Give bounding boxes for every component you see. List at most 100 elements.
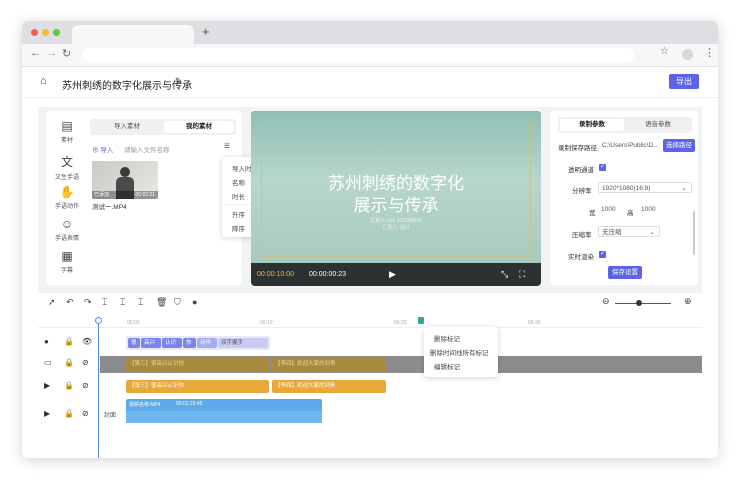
ruler-tick: 00:30 xyxy=(528,320,541,326)
more-menu-icon[interactable]: ⋮ xyxy=(704,46,715,59)
minimize-dot-icon[interactable] xyxy=(42,29,49,36)
sidebar-item-material[interactable]: ▤ 素材 xyxy=(49,119,85,144)
reload-icon[interactable]: ↻ xyxy=(62,47,71,60)
eye-icon[interactable]: 👁 xyxy=(82,337,92,346)
sort-icon[interactable]: ≡ xyxy=(224,141,230,152)
select-cursor-icon[interactable]: ➚ xyxy=(48,297,56,308)
save-path-label: 录制保存路径 xyxy=(558,145,597,152)
gesture-word-clip[interactable]: 很 xyxy=(128,338,140,348)
maximize-dot-icon[interactable] xyxy=(53,29,60,36)
eye-off-icon[interactable]: ⊘ xyxy=(82,358,89,367)
fullscreen-icon[interactable]: ⛶ xyxy=(519,269,525,280)
project-title: 苏州刺绣的数字化展示与传承 xyxy=(62,81,192,92)
realtime-label: 实时渲染 xyxy=(568,254,594,261)
params-scrollbar[interactable] xyxy=(693,211,695,255)
forward-arrow-icon[interactable]: → xyxy=(46,47,57,59)
zoom-slider-handle[interactable] xyxy=(636,300,642,306)
close-dot-icon[interactable] xyxy=(31,29,38,36)
search-input[interactable]: 请输入文件名称 xyxy=(124,144,170,154)
edit-pencil-icon[interactable]: ✎ xyxy=(175,76,183,87)
transparent-label: 透明通道 xyxy=(568,167,594,174)
url-input[interactable] xyxy=(82,48,634,62)
preview-slide: 苏州刺绣的数字化 展示与传承 汇报人: xxx 2023/08/10 汇报人: … xyxy=(251,111,541,263)
sidebar-item-subtitle[interactable]: ▦ 字幕 xyxy=(49,249,85,274)
marker-icon[interactable]: ⛉ xyxy=(174,297,181,308)
resolution-select[interactable]: 1920*1080(16:9) ⌄ xyxy=(598,182,692,193)
profile-avatar[interactable] xyxy=(682,49,693,60)
subtitle-clip[interactable]: 【李四】欢迎大家的到来 xyxy=(272,358,386,371)
redo-icon[interactable]: ↷ xyxy=(84,297,92,308)
video-clip[interactable]: 视频名称.MP4 00:01:23:45 xyxy=(126,399,322,423)
media-tabs: 导入素材 我的素材 xyxy=(90,119,236,135)
lock-icon[interactable]: 🔒 xyxy=(64,358,74,367)
bookmark-star-icon[interactable]: ☆ xyxy=(660,46,669,57)
split-icon[interactable]: ⌶ xyxy=(102,297,107,308)
slide-title-line2: 展示与传承 xyxy=(353,196,439,216)
subtitle-clip[interactable]: 【李四】欢迎大家的到来 xyxy=(272,380,386,393)
resolution-label: 分辨率 xyxy=(572,188,592,195)
zoom-slider[interactable] xyxy=(615,303,671,304)
height-input[interactable]: 1000 xyxy=(638,204,662,215)
gesture-word-clip[interactable]: 高兴 xyxy=(141,338,161,348)
lock-icon[interactable]: 🔒 xyxy=(64,337,74,346)
compression-select[interactable]: 无压缩 ⌄ xyxy=(598,226,660,237)
choose-path-button[interactable]: 选择路径 xyxy=(663,139,695,152)
zoom-in-icon[interactable]: ⊕ xyxy=(684,296,692,307)
gesture-action-clip[interactable]: 双手握手 xyxy=(218,338,268,348)
edit-marker[interactable]: 编辑标记 xyxy=(424,361,498,371)
video-clip-name: 视频名称.MP4 xyxy=(129,402,161,408)
media-panel: ▤ 素材 文 文生手语 ✋ 手语动作 ☺ 手语表情 ▦ 字幕 导入素材 我的素材 xyxy=(46,111,278,285)
browser-tab[interactable] xyxy=(72,25,194,44)
address-bar: ← → ↻ ☆ ⋮ xyxy=(22,44,718,67)
back-arrow-icon[interactable]: ← xyxy=(30,47,41,59)
save-path-value: C:\Users\Public\D... xyxy=(602,142,659,149)
timeline-marker[interactable] xyxy=(418,317,424,324)
app-header: ⌂ 苏州刺绣的数字化展示与传承 ✎ 导出 xyxy=(22,67,718,98)
subtitle-track-icon: ▭ xyxy=(44,358,52,367)
trim-left-icon[interactable]: ⌶ xyxy=(120,297,125,308)
shrink-icon[interactable]: ⤡ xyxy=(501,269,508,280)
video-clip-duration: 00:01:23:45 xyxy=(176,401,203,407)
sidebar-item-text-to-sign[interactable]: 文 文生手语 xyxy=(49,153,85,181)
save-settings-button[interactable]: 保存设置 xyxy=(608,266,642,279)
time-ruler: 00:00 00:10 00:20 00:30 xyxy=(38,317,702,328)
smile-icon: ☺ xyxy=(60,217,74,231)
video-thumbnail[interactable]: 已添加 00:02:21 xyxy=(92,161,158,199)
play-icon[interactable]: ▶ xyxy=(389,269,396,280)
current-time: 00:00:10:00 xyxy=(257,271,294,278)
import-button[interactable]: ⊕ 导入 xyxy=(92,144,113,154)
undo-icon[interactable]: ↶ xyxy=(66,297,74,308)
tab-record-params[interactable]: 录制参数 xyxy=(560,119,624,131)
delete-all-markers[interactable]: 删除时间线所有标记 xyxy=(424,347,498,357)
new-tab-button[interactable]: + xyxy=(202,24,210,39)
transparent-checkbox[interactable]: ✓ xyxy=(599,164,606,171)
width-input[interactable]: 1000 xyxy=(598,204,622,215)
realtime-checkbox[interactable]: ✓ xyxy=(599,251,606,258)
gesture-word-clip[interactable]: 你 xyxy=(183,338,196,348)
lock-icon[interactable]: 🔒 xyxy=(64,409,74,418)
sidebar-item-sign-expression[interactable]: ☺ 手语表情 xyxy=(49,217,85,242)
playhead-handle[interactable] xyxy=(95,317,102,324)
subtitle-clip[interactable]: 【第三】很高兴认识你 xyxy=(126,358,269,371)
lock-icon[interactable]: 🔒 xyxy=(64,381,74,390)
eye-off-icon[interactable]: ⊘ xyxy=(82,409,89,418)
playhead[interactable] xyxy=(98,317,99,458)
delete-marker[interactable]: 删除标记 xyxy=(424,333,498,343)
sidebar-item-label: 字幕 xyxy=(60,268,73,274)
tab-voice-params[interactable]: 语音参数 xyxy=(626,119,690,131)
tab-my-material[interactable]: 我的素材 xyxy=(164,121,234,133)
eye-off-icon[interactable]: ⊘ xyxy=(82,381,89,390)
avatar-icon[interactable]: ● xyxy=(192,297,197,307)
browser-tab-bar: + xyxy=(22,21,718,44)
delete-icon[interactable]: 🗑 xyxy=(156,297,167,308)
gesture-action-clip[interactable]: 动作 xyxy=(197,338,217,348)
subtitle-clip[interactable]: 【张三】很高兴认识你 xyxy=(126,380,269,393)
export-button[interactable]: 导出 xyxy=(669,74,699,89)
home-icon[interactable]: ⌂ xyxy=(40,75,47,87)
trim-right-icon[interactable]: ⌶ xyxy=(138,297,143,308)
sidebar-item-label: 手语动作 xyxy=(54,204,79,210)
gesture-word-clip[interactable]: 认识 xyxy=(162,338,182,348)
sidebar-item-sign-action[interactable]: ✋ 手语动作 xyxy=(49,185,85,210)
tab-import-material[interactable]: 导入素材 xyxy=(92,121,162,133)
zoom-out-icon[interactable]: ⊖ xyxy=(602,296,610,307)
